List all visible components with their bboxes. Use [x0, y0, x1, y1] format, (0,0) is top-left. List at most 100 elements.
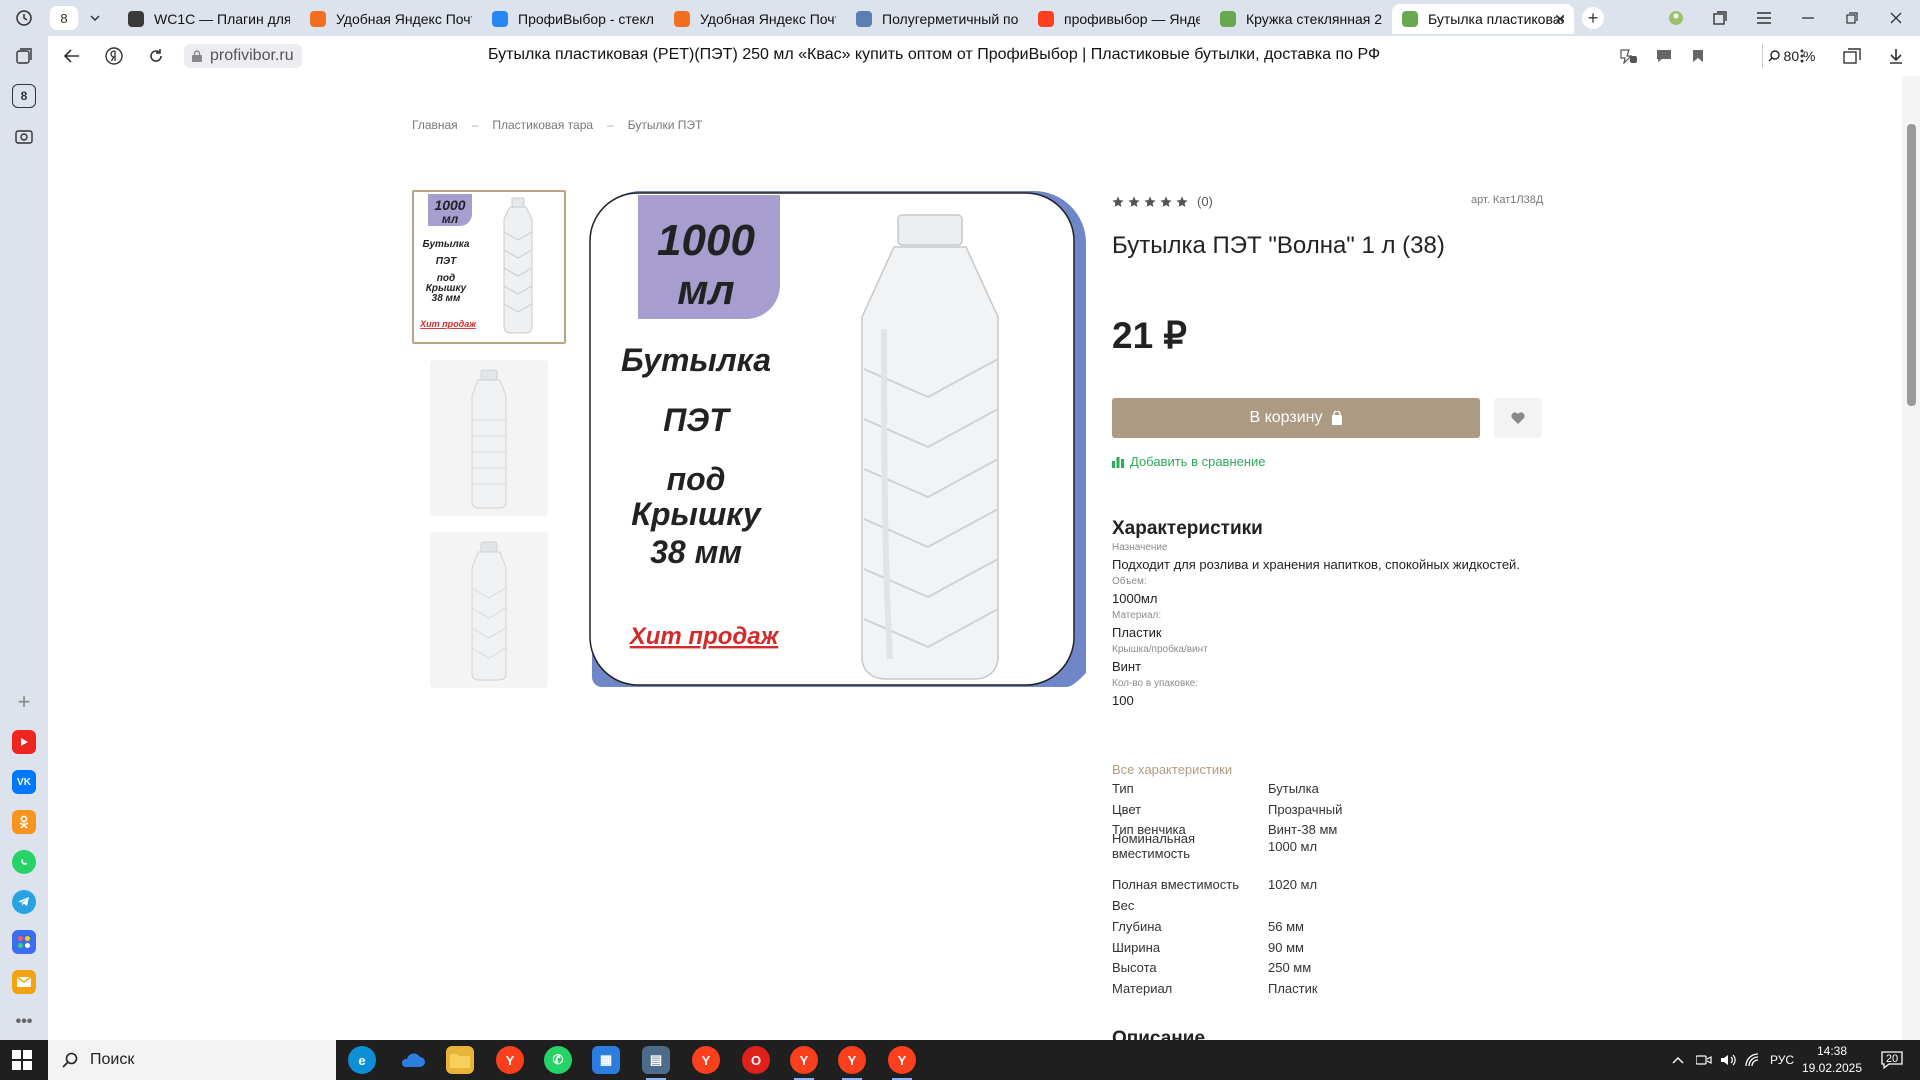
- all-characteristics-link[interactable]: Все характеристики: [1112, 762, 1232, 777]
- tab-count-badge[interactable]: 8: [50, 6, 78, 30]
- tab-label: WC1C — Плагин для W: [154, 11, 290, 27]
- wordpress-icon: [128, 11, 144, 27]
- screenshot-icon[interactable]: [12, 124, 36, 148]
- characteristic-item: Крышка/пробка/винт Винт: [1112, 644, 1532, 674]
- opera-icon[interactable]: O: [742, 1046, 770, 1074]
- language-indicator[interactable]: РУС: [1770, 1040, 1794, 1080]
- new-tab-button[interactable]: +: [1582, 7, 1604, 29]
- bookmark-icon[interactable]: [1684, 44, 1712, 68]
- edge-icon[interactable]: e: [348, 1046, 376, 1074]
- thumb-text-5: 38 мм: [432, 293, 461, 304]
- yandex-browser-active-icon[interactable]: Y: [790, 1046, 818, 1080]
- promo-line-1: Бутылка: [621, 342, 771, 378]
- reviews-count[interactable]: (0): [1197, 194, 1213, 209]
- browser-tab[interactable]: ПрофиВыбор - стекло: [482, 4, 664, 34]
- telegram-icon[interactable]: [12, 890, 36, 914]
- chat-icon[interactable]: [1650, 44, 1678, 68]
- youtube-icon[interactable]: [12, 730, 36, 754]
- characteristic-key: Объем:: [1112, 576, 1147, 587]
- browser-tab[interactable]: Удобная Яндекс Почта: [300, 4, 482, 34]
- whatsapp-taskbar-icon[interactable]: ✆: [544, 1046, 572, 1074]
- badge-8-icon[interactable]: 8: [12, 84, 36, 108]
- add-icon[interactable]: +: [12, 689, 36, 714]
- page-title: Бутылка пластиковая (PET)(ПЭТ) 250 мл «К…: [488, 46, 1381, 63]
- browser-tab[interactable]: Удобная Яндекс Почта: [664, 4, 846, 34]
- calculator-icon[interactable]: ▤: [642, 1046, 670, 1080]
- vk-icon: [492, 11, 508, 27]
- menu-icon[interactable]: [1742, 0, 1786, 36]
- characteristic-key: Крышка/пробка/винт: [1112, 644, 1208, 655]
- breadcrumb-link-bottles[interactable]: Бутылки ПЭТ: [628, 118, 703, 132]
- chevron-down-icon[interactable]: [84, 8, 106, 28]
- page-scrollbar[interactable]: [1902, 76, 1920, 1040]
- apps-icon[interactable]: [12, 930, 36, 954]
- extension-badge-icon[interactable]: [1614, 44, 1642, 68]
- main-product-image[interactable]: 1000 мл Бутылка ПЭТ под Крышку 38 мм Хит…: [588, 189, 1090, 691]
- restore-button[interactable]: [1830, 0, 1874, 36]
- yandex-logo-icon[interactable]: [100, 44, 128, 68]
- article-number: арт. Кат1Л38Д: [1471, 194, 1544, 206]
- folder-icon[interactable]: [446, 1046, 474, 1074]
- breadcrumb-separator: –: [607, 118, 614, 132]
- browser-tab[interactable]: профивыбор — Яндекс: [1028, 4, 1210, 34]
- browser-tab[interactable]: Полугерметичный пор: [846, 4, 1028, 34]
- characteristic-item: Материал: Пластик: [1112, 610, 1532, 640]
- gallery-thumbnail-2[interactable]: [430, 360, 548, 516]
- browser-tab[interactable]: WC1C — Плагин для W: [118, 4, 300, 34]
- gallery-thumbnail-3[interactable]: [430, 532, 548, 688]
- reload-icon[interactable]: [142, 44, 170, 68]
- mail-icon[interactable]: [12, 970, 36, 994]
- close-tab-icon[interactable]: ✕: [1554, 11, 1566, 28]
- rating-stars[interactable]: (0): [1112, 194, 1213, 209]
- spec-key: Номинальная вместимость: [1112, 831, 1196, 861]
- meet-now-icon[interactable]: [1696, 1040, 1712, 1080]
- star-icon[interactable]: [1112, 196, 1124, 208]
- network-icon[interactable]: [1744, 1040, 1760, 1080]
- characteristic-value: 1000мл: [1112, 591, 1158, 606]
- yandex-browser-icon[interactable]: Y: [496, 1046, 524, 1074]
- profile-icon[interactable]: [1654, 0, 1698, 36]
- tabs-panel-icon[interactable]: [1838, 44, 1866, 68]
- star-icon[interactable]: [1128, 196, 1140, 208]
- star-icon[interactable]: [1144, 196, 1156, 208]
- browser-tab[interactable]: Бутылка пластиковая ✕: [1392, 4, 1574, 34]
- system-clock[interactable]: 14:38 19.02.2025: [1800, 1043, 1864, 1077]
- yandex-browser-4-icon[interactable]: Y: [888, 1046, 916, 1080]
- store-icon[interactable]: ▦: [592, 1046, 620, 1074]
- url-field[interactable]: profivibor.ru: [184, 44, 302, 68]
- vk-icon[interactable]: VK: [12, 770, 36, 794]
- collections-icon[interactable]: [1698, 0, 1742, 36]
- close-button[interactable]: [1874, 0, 1918, 36]
- breadcrumb-link-home[interactable]: Главная: [412, 118, 458, 132]
- volume-icon[interactable]: [1720, 1040, 1736, 1080]
- more-icon[interactable]: •••: [12, 1010, 36, 1034]
- download-icon[interactable]: [1882, 44, 1910, 68]
- description-heading: Описание: [1112, 1028, 1206, 1040]
- minimize-button[interactable]: [1786, 0, 1830, 36]
- back-arrow-icon[interactable]: [58, 44, 86, 68]
- browser-tab[interactable]: Кружка стеклянная 20: [1210, 4, 1392, 34]
- gallery-thumbnail-1[interactable]: 1000 мл Бутылка ПЭТ под Крышку 38 мм Хит…: [412, 190, 566, 344]
- whatsapp-icon[interactable]: [12, 850, 36, 874]
- yandex-browser-3-icon[interactable]: Y: [838, 1046, 866, 1080]
- add-to-cart-button[interactable]: В корзину: [1112, 398, 1480, 438]
- notification-center[interactable]: 20: [1878, 1048, 1906, 1072]
- history-icon[interactable]: [0, 0, 48, 36]
- star-icon[interactable]: [1176, 196, 1188, 208]
- show-hidden-icons[interactable]: [1672, 1040, 1684, 1080]
- breadcrumb-link-plastic[interactable]: Пластиковая тара: [492, 118, 593, 132]
- odnoklassniki-icon[interactable]: [12, 810, 36, 834]
- windows-start-icon[interactable]: [12, 1050, 32, 1070]
- cloud-icon[interactable]: [398, 1046, 426, 1074]
- add-to-compare-link[interactable]: Добавить в сравнение: [1112, 454, 1266, 469]
- tabs-icon[interactable]: [12, 44, 36, 68]
- yandex-browser-2-icon[interactable]: Y: [692, 1046, 720, 1074]
- site-icon: [856, 11, 872, 27]
- characteristic-value: Винт: [1112, 659, 1142, 674]
- promo-line-4: Крышку: [631, 496, 763, 532]
- favorite-button[interactable]: [1494, 398, 1542, 438]
- scrollbar-thumb[interactable]: [1907, 124, 1916, 406]
- more-options-icon[interactable]: [1788, 44, 1816, 68]
- star-icon[interactable]: [1160, 196, 1172, 208]
- taskbar-search[interactable]: Поиск: [48, 1040, 336, 1080]
